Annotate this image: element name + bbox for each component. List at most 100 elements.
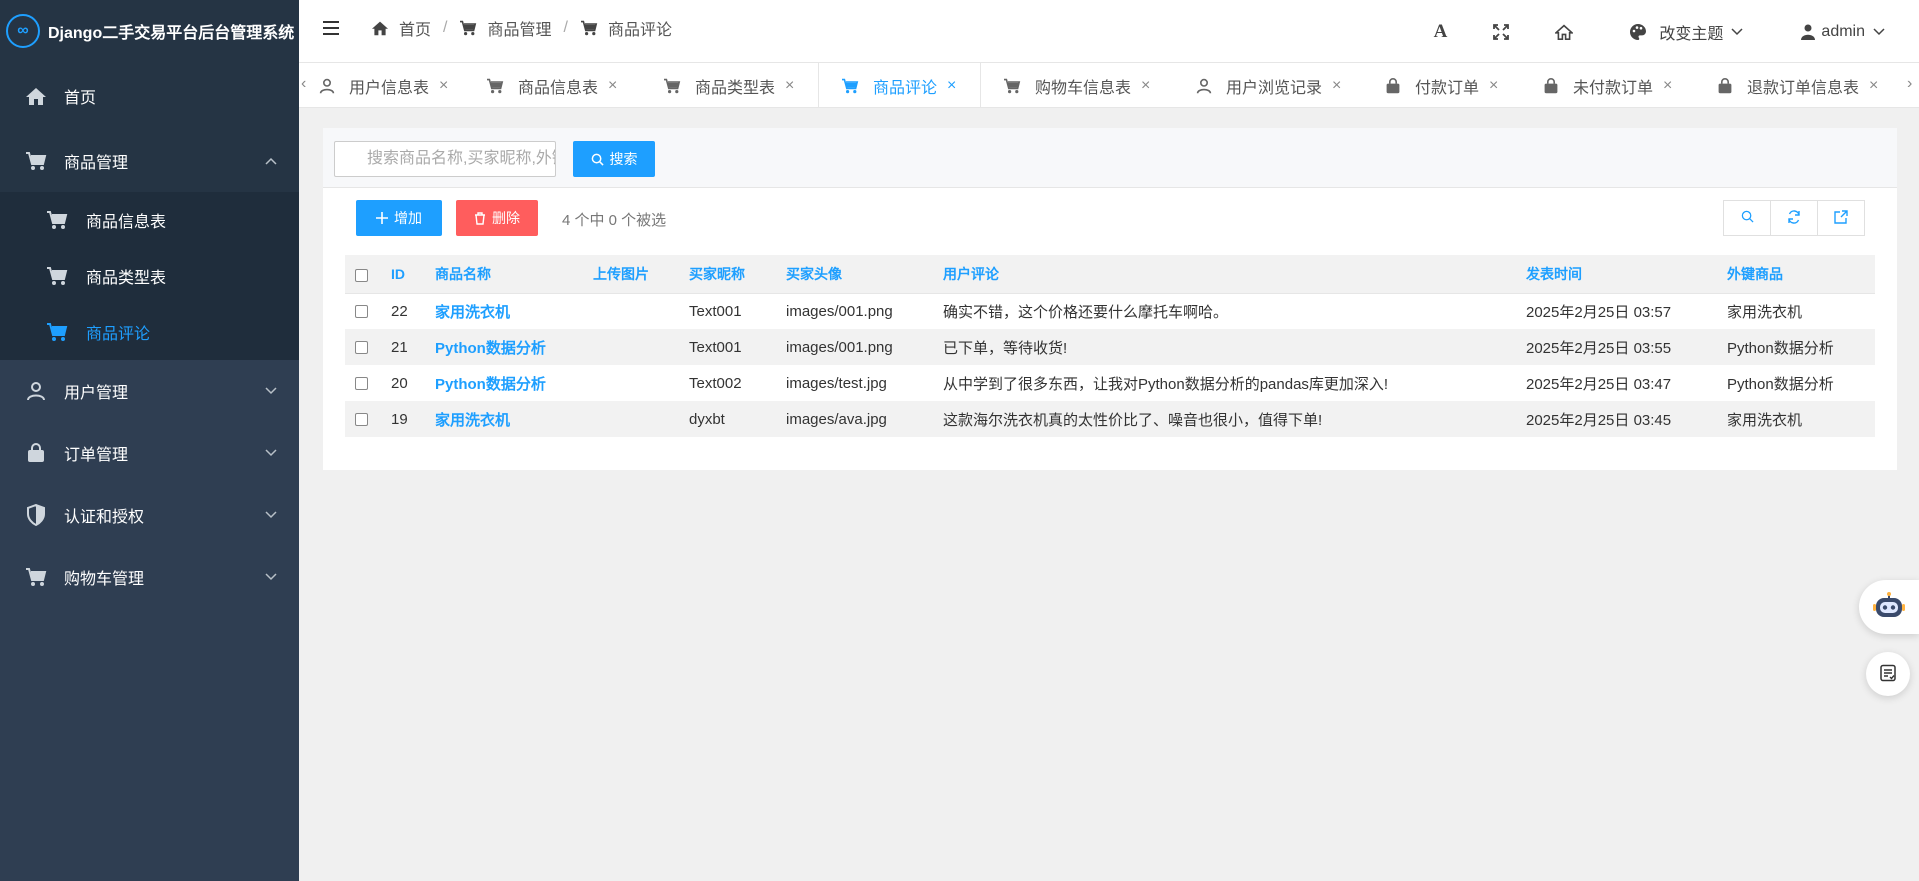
cell-comment: 从中学到了很多东西，让我对Python数据分析的pandas库更加深入!	[943, 375, 1389, 393]
sidebar-item-label: 首页	[64, 90, 97, 107]
cell-time: 2025年2月25日 03:55	[1526, 339, 1672, 357]
column-header[interactable]: 外键商品	[1723, 255, 1875, 294]
delete-button[interactable]: 删除	[456, 200, 538, 236]
cell-foreign-product: 家用洗衣机	[1727, 411, 1803, 429]
chevron-down-icon	[265, 382, 277, 400]
search-icon	[591, 153, 604, 166]
close-icon[interactable]: ×	[1663, 77, 1672, 95]
font-size-icon[interactable]: A	[1434, 21, 1448, 43]
add-button[interactable]: 增加	[356, 200, 442, 236]
breadcrumb-home[interactable]: 首页	[371, 16, 431, 40]
tabs-next-icon[interactable]: ›	[1907, 75, 1912, 93]
home-icon	[24, 86, 48, 106]
theme-switcher[interactable]: 改变主题	[1629, 20, 1743, 44]
select-all-header	[345, 255, 387, 294]
tab-product-types[interactable]: 商品类型表 ×	[663, 63, 794, 107]
cart-icon	[46, 210, 70, 230]
cell-comment: 这款海尔洗衣机真的太性价比了、噪音也很小，值得下单!	[943, 411, 1323, 429]
selection-count: 4 个中 0 个被选	[562, 212, 667, 229]
sidebar-item-label: 商品类型表	[86, 270, 167, 287]
search-bar: 搜索	[323, 128, 1897, 188]
cell-product-name-link[interactable]: Python数据分析	[431, 329, 589, 365]
tab-unpaid-orders[interactable]: 未付款订单 ×	[1543, 63, 1672, 107]
filter-search-button[interactable]	[1723, 200, 1771, 236]
tab-paid-orders[interactable]: 付款订单 ×	[1385, 63, 1498, 107]
sidebar-item-user-management[interactable]: 用户管理	[0, 360, 299, 422]
cell-foreign-product: Python数据分析	[1727, 339, 1834, 357]
table-row: 22 家用洗衣机 Text001 images/001.png 确实不错，这个价…	[345, 293, 1875, 329]
row-checkbox[interactable]	[355, 377, 368, 391]
table-toolbar	[1723, 200, 1865, 236]
close-icon[interactable]: ×	[608, 77, 617, 95]
tab-product-comments[interactable]: 商品评论 ×	[818, 63, 982, 107]
user-icon	[24, 381, 48, 401]
close-icon[interactable]: ×	[1869, 77, 1878, 95]
sidebar-item-cart-management[interactable]: 购物车管理	[0, 546, 299, 608]
sidebar-item-order-management[interactable]: 订单管理	[0, 422, 299, 484]
column-header[interactable]: 发表时间	[1522, 255, 1723, 294]
sidebar-item-auth[interactable]: 认证和授权	[0, 484, 299, 546]
sidebar-item-product-info[interactable]: 商品信息表	[0, 192, 299, 248]
tab-browse-history[interactable]: 用户浏览记录 ×	[1196, 63, 1341, 107]
bag-icon	[1717, 77, 1733, 94]
home-icon[interactable]	[1555, 24, 1574, 40]
close-icon[interactable]: ×	[1141, 77, 1150, 95]
chevron-up-icon	[265, 152, 277, 170]
column-header[interactable]: 商品名称	[431, 255, 589, 294]
cell-product-name-link[interactable]: 家用洗衣机	[431, 293, 589, 329]
sidebar-item-label: 购物车管理	[64, 571, 145, 588]
cell-image	[589, 293, 685, 329]
table-row: 19 家用洗衣机 dyxbt images/ava.jpg 这款海尔洗衣机真的太…	[345, 401, 1875, 437]
search-button-label: 搜索	[609, 151, 638, 167]
cell-product-name-link[interactable]: Python数据分析	[431, 365, 589, 401]
tab-cart-info[interactable]: 购物车信息表 ×	[1003, 63, 1150, 107]
sidebar-item-product-management[interactable]: 商品管理	[0, 130, 299, 192]
sidebar-item-label: 订单管理	[64, 447, 129, 464]
tabs-prev-icon[interactable]: ‹	[301, 75, 306, 93]
row-checkbox[interactable]	[355, 413, 368, 427]
sidebar: ∞ Django二手交易平台后台管理系统 首页 商品管理 商品信息表 商品类型表…	[0, 0, 299, 881]
row-checkbox[interactable]	[355, 305, 368, 319]
sidebar-item-home[interactable]: 首页	[0, 62, 299, 130]
fullscreen-icon[interactable]	[1493, 23, 1510, 40]
logo[interactable]: ∞ Django二手交易平台后台管理系统	[0, 0, 299, 62]
cell-foreign-product: 家用洗衣机	[1727, 303, 1803, 321]
close-icon[interactable]: ×	[439, 77, 448, 95]
breadcrumb-product-management[interactable]: 商品管理	[459, 16, 551, 40]
cell-time: 2025年2月25日 03:47	[1526, 375, 1672, 393]
tab-refund-orders[interactable]: 退款订单信息表 ×	[1717, 63, 1878, 107]
column-header[interactable]: 上传图片	[589, 255, 685, 294]
theme-label: 改变主题	[1659, 25, 1724, 43]
search-input[interactable]	[334, 141, 556, 177]
user-menu[interactable]: admin	[1801, 23, 1885, 41]
user-icon	[1801, 24, 1816, 40]
close-icon[interactable]: ×	[1332, 77, 1341, 95]
chevron-down-icon	[265, 444, 277, 462]
column-header[interactable]: 买家头像	[782, 255, 939, 294]
notes-button[interactable]	[1866, 652, 1910, 696]
bag-icon	[24, 443, 48, 463]
column-header[interactable]: ID	[387, 255, 431, 294]
cell-product-name-link[interactable]: 家用洗衣机	[431, 401, 589, 437]
row-checkbox[interactable]	[355, 341, 368, 355]
sidebar-item-product-comments[interactable]: 商品评论	[0, 304, 299, 360]
search-button[interactable]: 搜索	[573, 141, 655, 177]
export-icon	[1834, 209, 1848, 227]
cell-image	[589, 329, 685, 365]
ai-assistant-button[interactable]	[1859, 580, 1919, 634]
tab-user-info[interactable]: 用户信息表 ×	[319, 63, 448, 107]
sidebar-item-product-types[interactable]: 商品类型表	[0, 248, 299, 304]
close-icon[interactable]: ×	[947, 77, 956, 95]
close-icon[interactable]: ×	[1489, 77, 1498, 95]
tab-product-info[interactable]: 商品信息表 ×	[486, 63, 617, 107]
menu-toggle-icon[interactable]	[323, 20, 341, 39]
cell-image	[589, 365, 685, 401]
shield-icon	[24, 504, 48, 526]
select-all-checkbox[interactable]	[355, 268, 368, 282]
close-icon[interactable]: ×	[785, 77, 794, 95]
column-header[interactable]: 买家昵称	[685, 255, 782, 294]
refresh-button[interactable]	[1770, 200, 1818, 236]
column-header[interactable]: 用户评论	[939, 255, 1522, 294]
export-button[interactable]	[1817, 200, 1865, 236]
cart-icon	[24, 567, 48, 587]
